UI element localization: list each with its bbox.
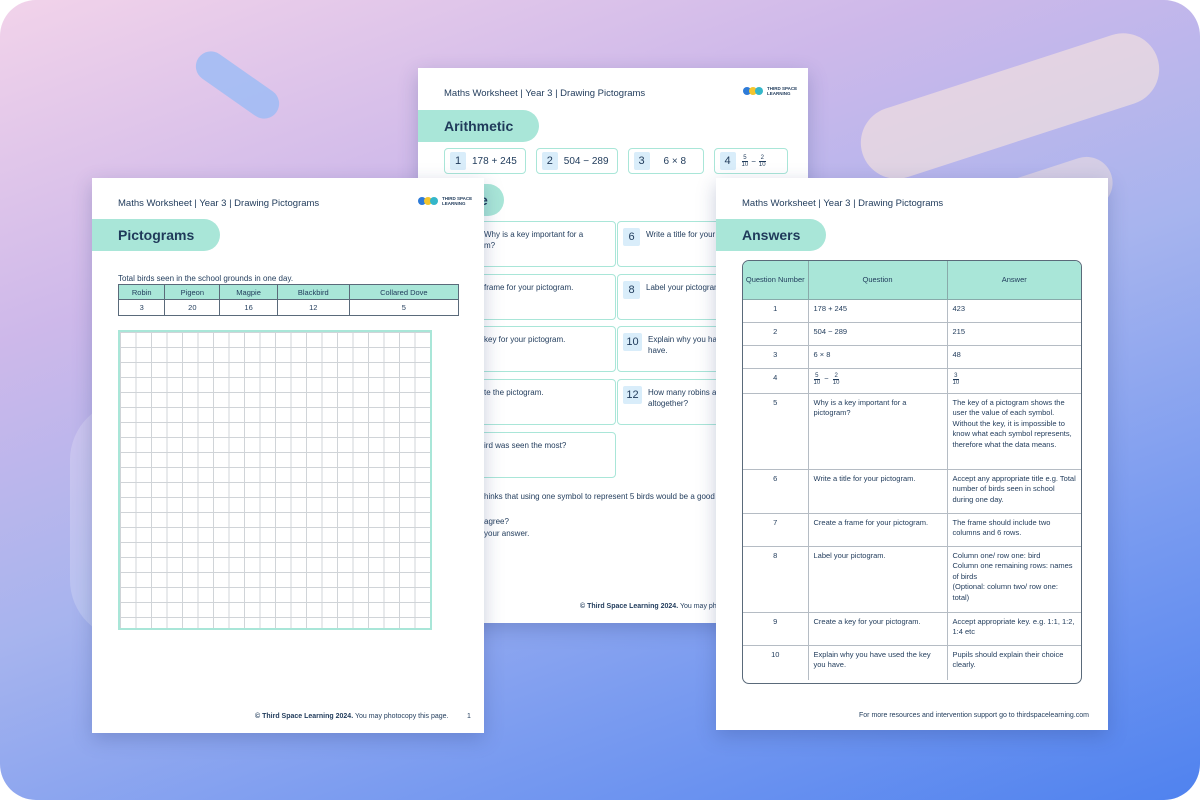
- answer-cell: Accept any appropriate title e.g. Total …: [947, 469, 1081, 514]
- question-number-cell: 3: [743, 345, 809, 369]
- question-cell: Write a title for your pictogram.: [808, 469, 948, 514]
- page-footer: © Third Space Learning 2024. You may pho…: [255, 713, 449, 720]
- question-cell: 6 × 8: [808, 345, 948, 369]
- question-cell: 178 + 245: [808, 299, 948, 323]
- reasoning-prompt: your answer.: [484, 529, 530, 538]
- question-number-cell: 2: [743, 322, 809, 346]
- question-cell: 504 − 289: [808, 322, 948, 346]
- table-row: 6 Write a title for your pictogram. Accept…: [743, 469, 1081, 514]
- answer-cell: The frame should include two columns and…: [947, 513, 1081, 547]
- reasoning-prompt: agree?: [484, 517, 509, 526]
- table-row: 36 × 8 48: [743, 345, 1081, 369]
- logo: THIRD SPACE LEARNING: [418, 194, 478, 210]
- answer-cell: 48: [947, 345, 1081, 369]
- table-row: 9 Create a key for your pictogram. Accept …: [743, 612, 1081, 646]
- question-number-cell: 6: [743, 469, 809, 514]
- arithmetic-question: 2 504 − 289: [535, 148, 618, 174]
- column-header: Question Number: [743, 261, 809, 300]
- answer-cell: The key of a pictogram shows the user th…: [947, 393, 1081, 470]
- table-row: 5 Why is a key important for a pictogram?…: [743, 393, 1081, 470]
- question-number-cell: 4: [743, 368, 809, 394]
- section-tab-arithmetic: Arithmetic: [418, 110, 540, 142]
- worksheet-page-pictograms: Maths Worksheet | Year 3 | Drawing Picto…: [92, 178, 484, 733]
- question-cell: Create a frame for your pictogram.: [808, 513, 948, 547]
- reasoning-prompt: hinks that using one symbol to represent…: [484, 492, 726, 501]
- answer-cell: 215: [947, 322, 1081, 346]
- drawing-grid: [118, 330, 432, 630]
- section-tab-answers: Answers: [716, 219, 827, 251]
- arithmetic-question: 1 178 + 245: [444, 148, 526, 174]
- worksheet-header: Maths Worksheet | Year 3 | Drawing Picto…: [742, 198, 944, 209]
- table-row: 2 504 − 289 215: [743, 322, 1081, 346]
- question-cell: Create a key for your pictogram.: [808, 612, 948, 646]
- question-number-cell: 9: [743, 612, 809, 646]
- table-cell: 16: [219, 299, 278, 316]
- question-cell: Why is a key important for a pictogram?: [808, 393, 948, 470]
- page-number: 1: [467, 713, 471, 720]
- worksheet-page-answers: Maths Worksheet | Year 3 | Drawing Picto…: [716, 178, 1108, 730]
- table-row: 7 Create a frame for your pictogram. The f…: [743, 513, 1081, 547]
- answers-table: Question Number Question Answer 1 178 + 2…: [742, 260, 1082, 684]
- decor-pill: [851, 23, 1169, 189]
- page-footer: © Third Space Learning 2024. You may ph: [580, 603, 717, 610]
- logo: THIRD SPACE LEARNING: [743, 84, 803, 100]
- worksheet-header: Maths Worksheet | Year 3 | Drawing Picto…: [444, 88, 646, 99]
- question-cell: 5 10 − 2 10: [808, 368, 948, 394]
- table-cell: 20: [164, 299, 221, 316]
- answer-cell: Column one/ row one: bird Column one rem…: [947, 546, 1081, 613]
- table-caption: Total birds seen in the school grounds i…: [118, 274, 294, 283]
- table-header-cell: Robin: [117, 284, 166, 300]
- question-cell: Label your pictogram.: [808, 546, 948, 613]
- table-row: 1 178 + 245 423: [743, 299, 1081, 323]
- table-header-cell: Magpie: [219, 284, 278, 300]
- table-header-cell: Blackbird: [276, 284, 350, 300]
- answer-cell: Pupils should explain their choice clear…: [952, 649, 1064, 670]
- table-cell: 3: [117, 299, 166, 316]
- table-cell: 5: [348, 299, 460, 316]
- arithmetic-row: 1 178 + 245 2 504 − 289 36 × 8 4 5 10 − 2 10: [444, 148, 788, 174]
- table-row: 8 Label your pictogram. Column one/ row on…: [743, 546, 1081, 613]
- table-row: 10 Explain why you have used the key you …: [743, 645, 1081, 680]
- arithmetic-question: 4 5 10 − 2 10: [713, 148, 788, 174]
- question-number-cell: 1: [743, 299, 809, 323]
- worksheet-header: Maths Worksheet | Year 3 | Drawing Picto…: [118, 198, 320, 209]
- question-number-cell: 8: [743, 546, 809, 613]
- question-number-cell: 7: [743, 513, 809, 547]
- column-header: Answer: [947, 261, 1081, 300]
- section-tab-pictograms: Pictograms: [92, 219, 221, 251]
- answer-cell: Accept appropriate key. e.g. 1:1, 1:2, 1…: [947, 612, 1081, 646]
- question-cell: Explain why you have used the key you ha…: [808, 645, 948, 680]
- page-footer: For more resources and intervention supp…: [859, 712, 1089, 719]
- table-row: 4 5 10 − 2 10 3 10: [743, 368, 1081, 394]
- question-number-cell: 5: [743, 393, 809, 470]
- answer-cell: 423: [947, 299, 1081, 323]
- answer-cell: 3 10: [947, 368, 1081, 394]
- table-cell: 12: [276, 299, 350, 316]
- arithmetic-question: 36 × 8: [627, 148, 704, 174]
- table-header-cell: Collared Dove: [348, 284, 460, 300]
- bird-count-table: Robin Pigeon Magpie Blackbird Collared D…: [117, 284, 460, 316]
- decor-pill: [189, 45, 286, 125]
- table-header-cell: Pigeon: [164, 284, 221, 300]
- column-header: Question: [808, 261, 948, 300]
- question-number-cell: 10: [743, 645, 809, 680]
